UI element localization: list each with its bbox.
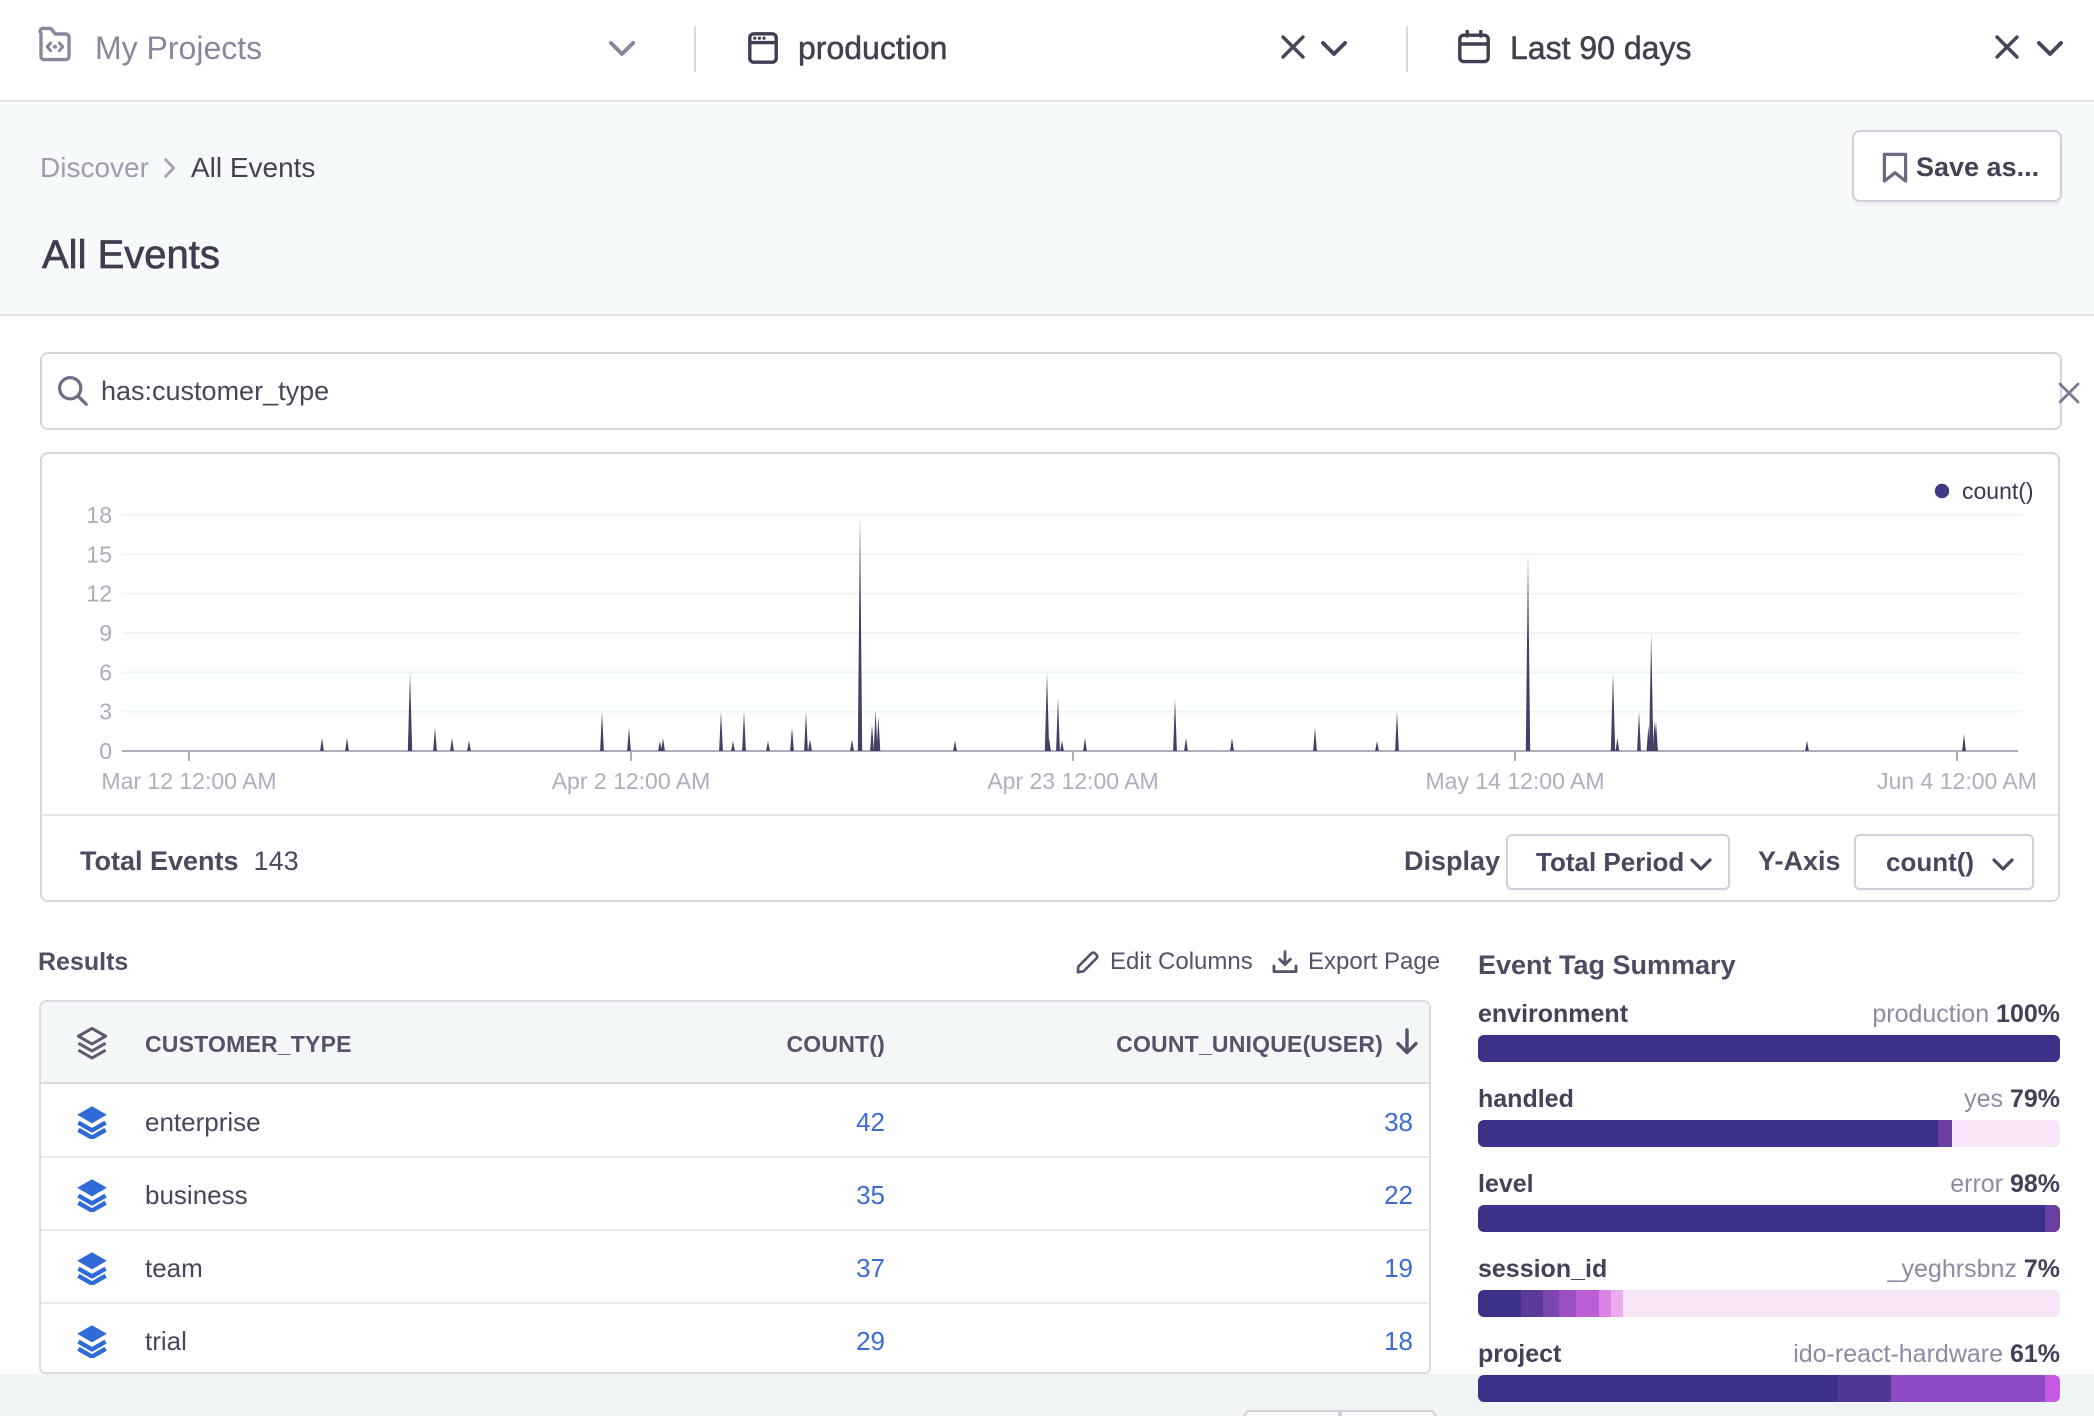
svg-text:15: 15 xyxy=(86,541,112,567)
svg-text:Mar 12 12:00 AM: Mar 12 12:00 AM xyxy=(101,768,276,794)
svg-text:12: 12 xyxy=(86,581,112,607)
svg-text:count(): count() xyxy=(1962,478,2034,504)
svg-text:Apr 2 12:00 AM: Apr 2 12:00 AM xyxy=(552,768,711,794)
svg-text:3: 3 xyxy=(99,699,112,725)
svg-text:Apr 23 12:00 AM: Apr 23 12:00 AM xyxy=(987,768,1158,794)
svg-text:6: 6 xyxy=(99,659,112,685)
svg-text:18: 18 xyxy=(86,502,112,528)
svg-text:Jun 4 12:00 AM: Jun 4 12:00 AM xyxy=(1877,768,2037,794)
svg-text:May 14 12:00 AM: May 14 12:00 AM xyxy=(1426,768,1605,794)
svg-text:9: 9 xyxy=(99,620,112,646)
svg-text:0: 0 xyxy=(99,738,112,764)
